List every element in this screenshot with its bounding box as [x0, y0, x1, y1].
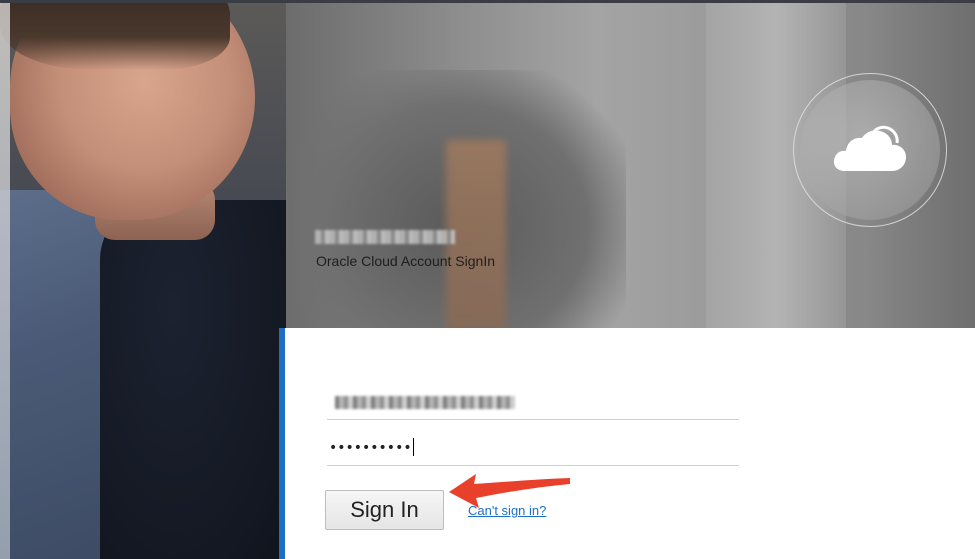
account-name-redacted: [315, 230, 455, 244]
form-accent-bar: [279, 328, 285, 559]
password-input[interactable]: ••••••••••: [327, 432, 739, 466]
signin-button[interactable]: Sign In: [325, 490, 444, 530]
annotation-arrow-icon: [449, 474, 570, 508]
hero-bag-strap: [446, 140, 506, 328]
username-input[interactable]: [327, 386, 739, 420]
password-value: ••••••••••: [329, 440, 412, 456]
top-window-edge: [0, 0, 975, 3]
username-redacted: [335, 396, 515, 409]
signin-form: •••••••••• Sign In Can't sign in?: [279, 328, 975, 559]
cloud-badge-inner: [800, 80, 940, 220]
photo-sweater: [100, 200, 286, 559]
hero-photo-person: [0, 0, 286, 559]
text-caret: [412, 438, 414, 456]
cloud-badge: [793, 73, 947, 227]
photo-background-edge: [0, 0, 10, 559]
photo-hair: [0, 0, 230, 70]
cloud-icon: [833, 125, 906, 171]
page-title: Oracle Cloud Account SignIn: [316, 253, 495, 269]
